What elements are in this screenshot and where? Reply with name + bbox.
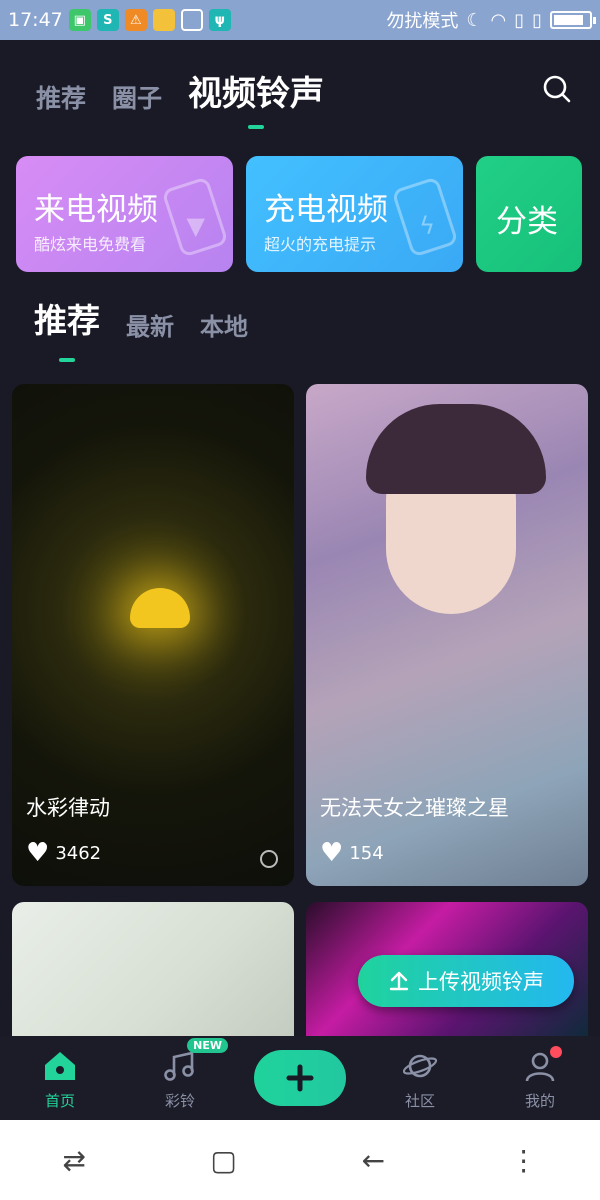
sub-tabs: 推荐 最新 本地 <box>34 294 248 342</box>
system-nav-bar: ⇄ ▢ ← ⋮ <box>0 1120 600 1200</box>
video-card[interactable] <box>12 902 294 1036</box>
app-icon-green: ▣ <box>68 9 91 31</box>
nav-label: 我的 <box>524 1091 555 1110</box>
feature-cards: 来电视频 酷炫来电免费看 ▼ 充电视频 超火的充电提示 ϟ 分类 <box>16 156 582 272</box>
back-arrow-icon[interactable]: ← <box>362 1144 385 1177</box>
status-bar: 17:47 ▣ S ⚠ ψ 勿扰模式 ☾ ◠ ▯ ▯ <box>0 0 600 40</box>
video-likes: ♥ 3462 <box>26 840 101 866</box>
moon-icon: ☾ <box>466 9 483 31</box>
switch-apps-icon[interactable]: ⇄ <box>62 1144 85 1177</box>
play-icon: ▼ <box>186 212 205 240</box>
nav-label: 首页 <box>44 1091 75 1110</box>
category-card[interactable]: 分类 <box>476 156 582 272</box>
video-title: 无法天女之璀璨之星 <box>320 796 509 820</box>
plus-icon <box>254 1050 346 1106</box>
battery-fill <box>554 15 583 25</box>
nav-ringback[interactable]: NEW 彩铃 <box>130 1037 230 1111</box>
folder-icon <box>152 9 175 31</box>
like-count: 154 <box>349 842 384 864</box>
hair-shape <box>366 404 546 494</box>
nav-label: 社区 <box>404 1091 435 1110</box>
home-icon <box>40 1046 80 1086</box>
nav-community[interactable]: 社区 <box>370 1046 470 1111</box>
menu-dots-icon[interactable]: ⋮ <box>510 1144 538 1177</box>
heart-icon: ♥ <box>26 838 50 868</box>
upload-video-ringtone-button[interactable]: 上传视频铃声 <box>358 955 574 1007</box>
nav-profile[interactable]: 我的 <box>490 1045 590 1111</box>
nav-label: 彩铃 <box>164 1091 195 1110</box>
upload-label: 上传视频铃声 <box>418 970 544 994</box>
sim2-icon: ▯ <box>532 9 542 31</box>
subtab-latest[interactable]: 最新 <box>126 307 174 342</box>
dnd-mode-label: 勿扰模式 <box>386 11 459 32</box>
search-icon[interactable] <box>542 74 572 104</box>
tab-circle[interactable]: 圈子 <box>112 79 162 115</box>
tab-video-ringtone[interactable]: 视频铃声 <box>188 66 324 115</box>
incoming-call-video-card[interactable]: 来电视频 酷炫来电免费看 ▼ <box>16 156 233 272</box>
charging-video-card[interactable]: 充电视频 超火的充电提示 ϟ <box>246 156 463 272</box>
video-card[interactable]: 无法天女之璀璨之星 ♥ 154 <box>306 384 588 886</box>
new-badge: NEW <box>187 1037 228 1053</box>
broom-icon <box>180 9 203 31</box>
like-count: 3462 <box>55 842 102 864</box>
status-time: 17:47 <box>8 9 63 31</box>
sim-icon: ▯ <box>514 9 525 31</box>
bottom-nav: 首页 NEW 彩铃 社区 我的 <box>0 1036 600 1120</box>
wifi-icon: ◠ <box>490 9 507 31</box>
nav-home[interactable]: 首页 <box>10 1046 110 1111</box>
video-card[interactable]: 水彩律动 ♥ 3462 <box>12 384 294 886</box>
subtab-recommend[interactable]: 推荐 <box>34 294 100 342</box>
heart-icon: ♥ <box>320 838 344 868</box>
video-likes: ♥ 154 <box>320 840 384 866</box>
warning-icon: ⚠ <box>124 9 147 31</box>
home-square-icon[interactable]: ▢ <box>210 1144 236 1177</box>
app-icon-teal: S <box>96 9 119 31</box>
glow-object <box>130 588 190 628</box>
select-circle[interactable] <box>260 850 278 868</box>
video-title: 水彩律动 <box>26 796 110 820</box>
upload-arrow-icon <box>389 971 409 991</box>
planet-icon <box>400 1046 440 1086</box>
card-title: 分类 <box>496 204 558 240</box>
tab-recommend[interactable]: 推荐 <box>36 79 86 115</box>
nav-create[interactable] <box>250 1050 350 1106</box>
subtab-local[interactable]: 本地 <box>200 307 248 342</box>
lightning-icon: ϟ <box>419 212 435 240</box>
top-tabs: 推荐 圈子 视频铃声 <box>36 66 324 115</box>
notification-dot <box>550 1045 562 1058</box>
battery-icon <box>550 11 596 29</box>
usb-icon: ψ <box>208 9 231 31</box>
